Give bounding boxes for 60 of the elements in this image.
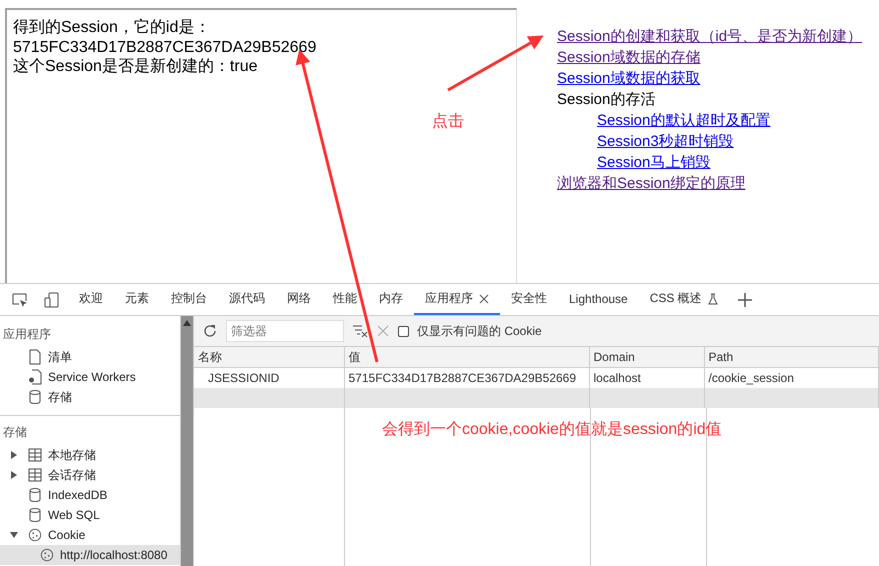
devtools-tab[interactable]: Lighthouse bbox=[558, 284, 639, 315]
sidebar-item[interactable]: 存储 bbox=[0, 387, 180, 407]
devtools-tab[interactable]: 源代码 bbox=[218, 284, 276, 315]
database-icon bbox=[28, 389, 42, 405]
devtools-tab[interactable]: 控制台 bbox=[160, 284, 218, 315]
refresh-icon[interactable] bbox=[202, 323, 218, 339]
cookie-icon bbox=[28, 527, 42, 543]
sidebar-item[interactable]: 本地存储 bbox=[0, 445, 180, 465]
plus-icon[interactable] bbox=[736, 292, 753, 308]
page-link[interactable]: Session的创建和获取（id号、是否为新创建） bbox=[557, 26, 862, 47]
output-text: 5715FC334D17B2887CE367DA29B52669 bbox=[13, 38, 318, 57]
clear-filter-icon[interactable] bbox=[352, 324, 368, 338]
scrollbar[interactable] bbox=[181, 316, 193, 566]
column-header[interactable]: Path bbox=[704, 347, 878, 368]
page-link[interactable]: 浏览器和Session绑定的原理 bbox=[557, 173, 862, 194]
devtools-tab[interactable]: CSS 概述 bbox=[638, 284, 729, 315]
table-icon bbox=[28, 467, 42, 483]
devtools-tab[interactable]: 性能 bbox=[322, 284, 368, 315]
sidebar-item[interactable]: IndexedDB bbox=[0, 485, 180, 505]
filter-field[interactable]: 筛选器 bbox=[226, 320, 344, 342]
annotation-text: 会得到一个cookie,cookie的值就是session的id值 bbox=[382, 420, 722, 440]
page-link[interactable]: Session域数据的获取 bbox=[557, 68, 862, 89]
sidebar-item[interactable]: Cookie bbox=[0, 525, 180, 545]
close-icon[interactable] bbox=[479, 294, 489, 304]
sidebar-section-title: 存储 bbox=[2, 424, 28, 441]
annotation-text: 点击 bbox=[432, 112, 464, 132]
devtools-tab[interactable]: 元素 bbox=[114, 284, 160, 315]
sidebar-item[interactable]: Service Workers bbox=[0, 367, 180, 387]
table-icon bbox=[28, 447, 42, 463]
column-header[interactable]: Domain bbox=[589, 347, 704, 368]
sidebar-item[interactable]: Web SQL bbox=[0, 505, 180, 525]
devtools-tab[interactable]: 内存 bbox=[368, 284, 414, 315]
scroll-up-icon[interactable] bbox=[183, 320, 191, 326]
sidebar-item[interactable]: 会话存储 bbox=[0, 465, 180, 485]
devtools-tab[interactable]: 网络 bbox=[276, 284, 322, 315]
checkbox[interactable] bbox=[398, 326, 409, 336]
sidebar-section-title: 应用程序 bbox=[2, 326, 52, 343]
output-text: 得到的Session，它的id是： bbox=[13, 18, 212, 38]
page-link[interactable]: Session马上销毁 bbox=[597, 152, 862, 173]
expanded-arrow-icon[interactable] bbox=[10, 531, 18, 539]
cookie-icon bbox=[40, 547, 54, 563]
section-heading: Session的存活 bbox=[557, 90, 656, 110]
device-icon[interactable] bbox=[44, 292, 60, 308]
page-link[interactable]: Session的默认超时及配置 bbox=[597, 110, 862, 131]
page-link[interactable]: Session域数据的存储 bbox=[557, 47, 862, 68]
database-icon bbox=[28, 507, 42, 523]
devtools-tab[interactable]: 安全性 bbox=[500, 284, 558, 315]
database-icon bbox=[28, 487, 42, 503]
page-link[interactable]: Session3秒超时销毁 bbox=[597, 131, 862, 152]
column-header[interactable]: 值 bbox=[344, 347, 589, 368]
collapsed-arrow-icon[interactable] bbox=[10, 451, 18, 459]
devtools-tab[interactable]: 欢迎 bbox=[68, 284, 114, 315]
sidebar-item[interactable]: 清单 bbox=[0, 347, 180, 367]
inspect-icon[interactable] bbox=[12, 292, 28, 308]
checkbox-label: 仅显示有问题的 Cookie bbox=[417, 322, 542, 340]
sidebar-item[interactable]: http://localhost:8080 bbox=[0, 545, 180, 565]
collapsed-arrow-icon[interactable] bbox=[10, 471, 18, 479]
column-header[interactable]: 名称 bbox=[194, 347, 344, 368]
document-icon bbox=[28, 349, 42, 365]
output-text: 这个Session是否是新创建的：true bbox=[13, 57, 258, 76]
